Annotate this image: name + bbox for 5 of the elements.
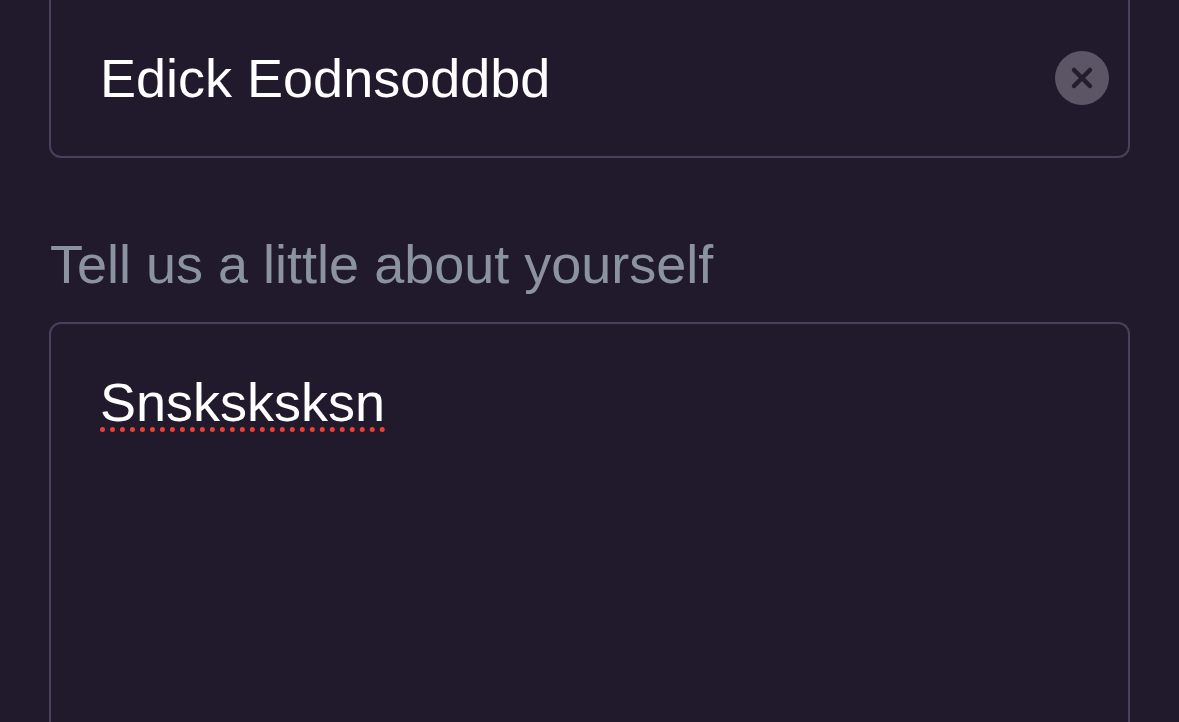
- field-label: Tell us a little about yourself: [50, 233, 715, 296]
- clear-icon: [1055, 51, 1109, 105]
- name-input-field[interactable]: Edick Eodnsoddbd: [49, 0, 1130, 158]
- about-textarea-field[interactable]: Snsksksksn: [49, 322, 1130, 722]
- clear-button[interactable]: [1055, 51, 1109, 105]
